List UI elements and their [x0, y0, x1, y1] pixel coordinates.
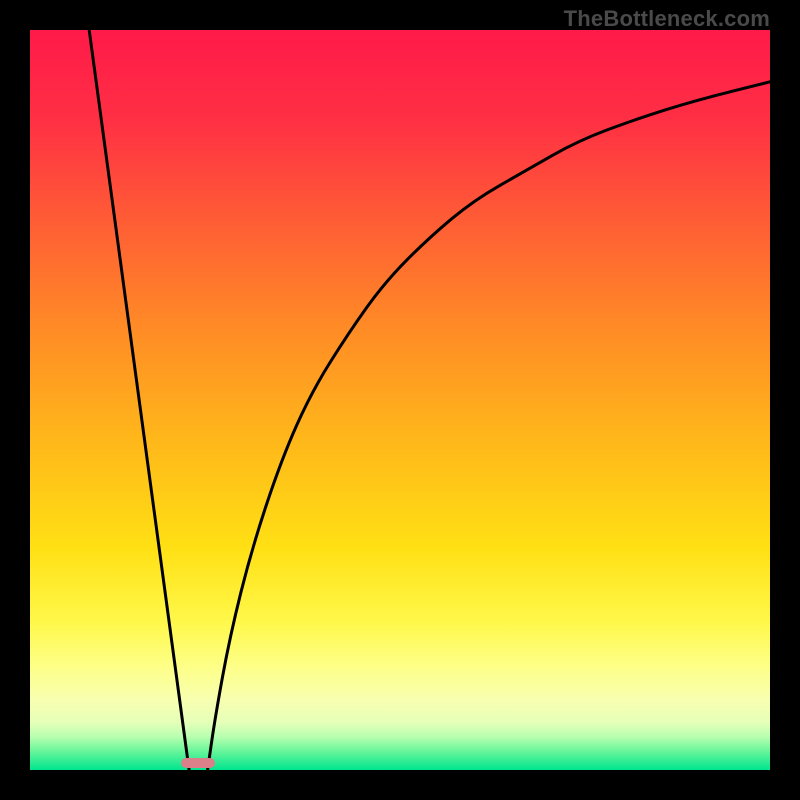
bottleneck-minimum-marker [181, 758, 214, 768]
right-curve-path [208, 82, 770, 770]
plot-area [30, 30, 770, 770]
chart-frame: TheBottleneck.com [0, 0, 800, 800]
left-line-path [89, 30, 189, 770]
bottleneck-curve [30, 30, 770, 770]
watermark-text: TheBottleneck.com [564, 6, 770, 32]
